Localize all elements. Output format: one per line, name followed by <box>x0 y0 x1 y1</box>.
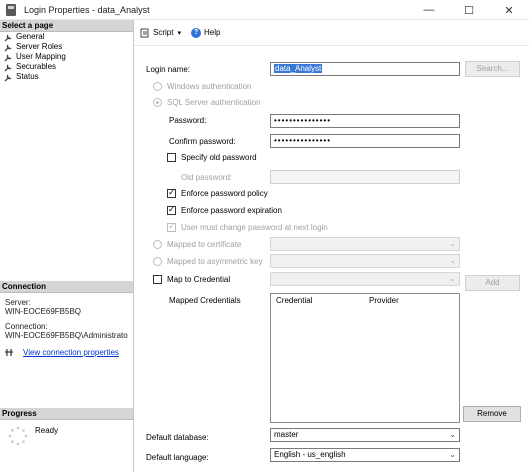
dropdown-icon: ⌄ <box>449 450 456 459</box>
mapped-asymmetric-key-label: Mapped to asymmetric key <box>167 257 263 266</box>
page-item-user-mapping[interactable]: User Mapping <box>0 52 133 62</box>
enforce-expiration-checkbox[interactable] <box>167 204 176 215</box>
mapped-asymmetric-key-radio[interactable] <box>153 257 162 266</box>
asymmetric-key-combo[interactable]: ⌄ <box>270 254 460 268</box>
script-label: Script <box>153 28 174 37</box>
close-button[interactable]: ✕ <box>489 0 529 20</box>
help-label: Help <box>203 28 221 37</box>
left-panel: Select a page General Server Roles User Ma… <box>0 20 134 472</box>
login-name-input[interactable]: data_Analyst <box>270 62 460 76</box>
wrench-icon <box>4 64 12 71</box>
wrench-icon <box>4 44 12 51</box>
connection-value: WIN-EOCE69FB5BQ\Administrato <box>5 331 128 340</box>
credential-column-header: Credential <box>276 296 313 305</box>
must-change-checkbox[interactable] <box>167 221 176 232</box>
progress-spinner-icon <box>8 426 28 446</box>
specify-old-password-label: Specify old password <box>181 153 257 162</box>
default-database-value: master <box>274 430 299 439</box>
connection-label: Connection: <box>5 322 48 331</box>
connection-icon <box>5 349 13 356</box>
page-item-label: User Mapping <box>16 52 66 61</box>
mapped-certificate-label: Mapped to certificate <box>167 240 242 249</box>
server-value: WIN-EOCE69FB5BQ <box>5 307 82 316</box>
must-change-label: User must change password at next login <box>181 223 328 232</box>
password-field[interactable]: ••••••••••••••• <box>270 114 460 128</box>
page-item-label: General <box>16 32 45 41</box>
minimize-button[interactable]: — <box>409 0 449 20</box>
progress-row: Ready <box>0 420 133 446</box>
page-item-label: Securables <box>16 62 57 71</box>
login-name-value: data_Analyst <box>274 64 323 73</box>
server-label: Server: <box>5 298 31 307</box>
connection-header: Connection <box>0 281 133 293</box>
mapped-credentials-grid[interactable]: Credential Provider <box>270 293 460 423</box>
default-database-label: Default database: <box>146 433 209 442</box>
page-item-securables[interactable]: Securables <box>0 62 133 72</box>
toolbar: Script ▾ ? Help <box>134 20 529 46</box>
page-item-label: Status <box>16 72 39 81</box>
dropdown-icon: ⌄ <box>449 256 456 265</box>
page-item-general[interactable]: General <box>0 32 133 42</box>
app-icon <box>6 3 16 16</box>
script-button[interactable]: Script ▾ <box>140 28 181 38</box>
page-item-server-roles[interactable]: Server Roles <box>0 42 133 52</box>
maximize-button[interactable]: ☐ <box>449 0 489 20</box>
certificate-combo[interactable]: ⌄ <box>270 237 460 251</box>
help-button[interactable]: ? Help <box>190 27 221 38</box>
wrench-icon <box>4 74 12 81</box>
wrench-icon <box>4 54 12 61</box>
remove-button[interactable]: Remove <box>463 406 521 422</box>
progress-header: Progress <box>0 408 133 420</box>
default-language-label: Default language: <box>146 453 209 462</box>
specify-old-password-checkbox[interactable] <box>167 153 176 162</box>
dropdown-icon: ⌄ <box>449 430 456 439</box>
search-button[interactable]: Search... <box>465 61 520 77</box>
mapped-certificate-radio[interactable] <box>153 240 162 249</box>
login-name-label: Login name: <box>146 65 191 74</box>
wrench-icon <box>4 34 12 41</box>
provider-column-header: Provider <box>369 296 399 305</box>
default-language-combo[interactable]: English - us_english ⌄ <box>270 448 460 462</box>
enforce-policy-checkbox[interactable] <box>167 187 176 198</box>
connection-section: Connection Server: WIN-EOCE69FB5BQ Conne… <box>0 281 133 357</box>
confirm-password-label: Confirm password: <box>169 137 236 146</box>
progress-section: Progress Ready <box>0 408 133 446</box>
mapped-credentials-label: Mapped Credentials <box>169 296 241 305</box>
password-label: Password: <box>169 116 207 125</box>
window-title: Login Properties - data_Analyst <box>24 4 150 15</box>
help-icon: ? <box>190 27 201 38</box>
chevron-down-icon: ▾ <box>177 29 181 37</box>
view-connection-row: View connection properties <box>0 348 133 357</box>
page-item-label: Server Roles <box>16 42 63 51</box>
default-database-combo[interactable]: master ⌄ <box>270 428 460 442</box>
view-connection-properties-link[interactable]: View connection properties <box>23 348 119 357</box>
progress-status: Ready <box>35 426 59 435</box>
windows-auth-radio[interactable] <box>153 82 162 91</box>
select-page-header: Select a page <box>0 20 133 32</box>
sql-auth-label: SQL Server authentication <box>167 98 261 107</box>
old-password-field[interactable] <box>270 170 460 184</box>
dropdown-icon: ⌄ <box>449 239 456 248</box>
map-credential-checkbox[interactable] <box>153 275 162 284</box>
enforce-expiration-label: Enforce password expiration <box>181 206 282 215</box>
dropdown-icon: ⌄ <box>449 274 456 283</box>
add-button[interactable]: Add <box>465 275 520 291</box>
sql-auth-radio[interactable] <box>153 98 162 107</box>
page-list: General Server Roles User Mapping Securable… <box>0 32 133 82</box>
windows-auth-label: Windows authentication <box>167 82 252 91</box>
default-language-value: English - us_english <box>274 450 346 459</box>
title-bar: Login Properties - data_Analyst — ☐ ✕ <box>0 0 529 20</box>
credential-combo[interactable]: ⌄ <box>270 272 460 286</box>
right-panel: Script ▾ ? Help Login name: data_Analyst… <box>134 20 529 472</box>
map-credential-label: Map to Credential <box>167 275 231 284</box>
enforce-policy-label: Enforce password policy <box>181 189 268 198</box>
window-controls: — ☐ ✕ <box>409 0 529 20</box>
old-password-label: Old password: <box>181 173 233 182</box>
page-item-status[interactable]: Status <box>0 72 133 82</box>
confirm-password-field[interactable]: ••••••••••••••• <box>270 134 460 148</box>
script-icon <box>140 28 149 37</box>
